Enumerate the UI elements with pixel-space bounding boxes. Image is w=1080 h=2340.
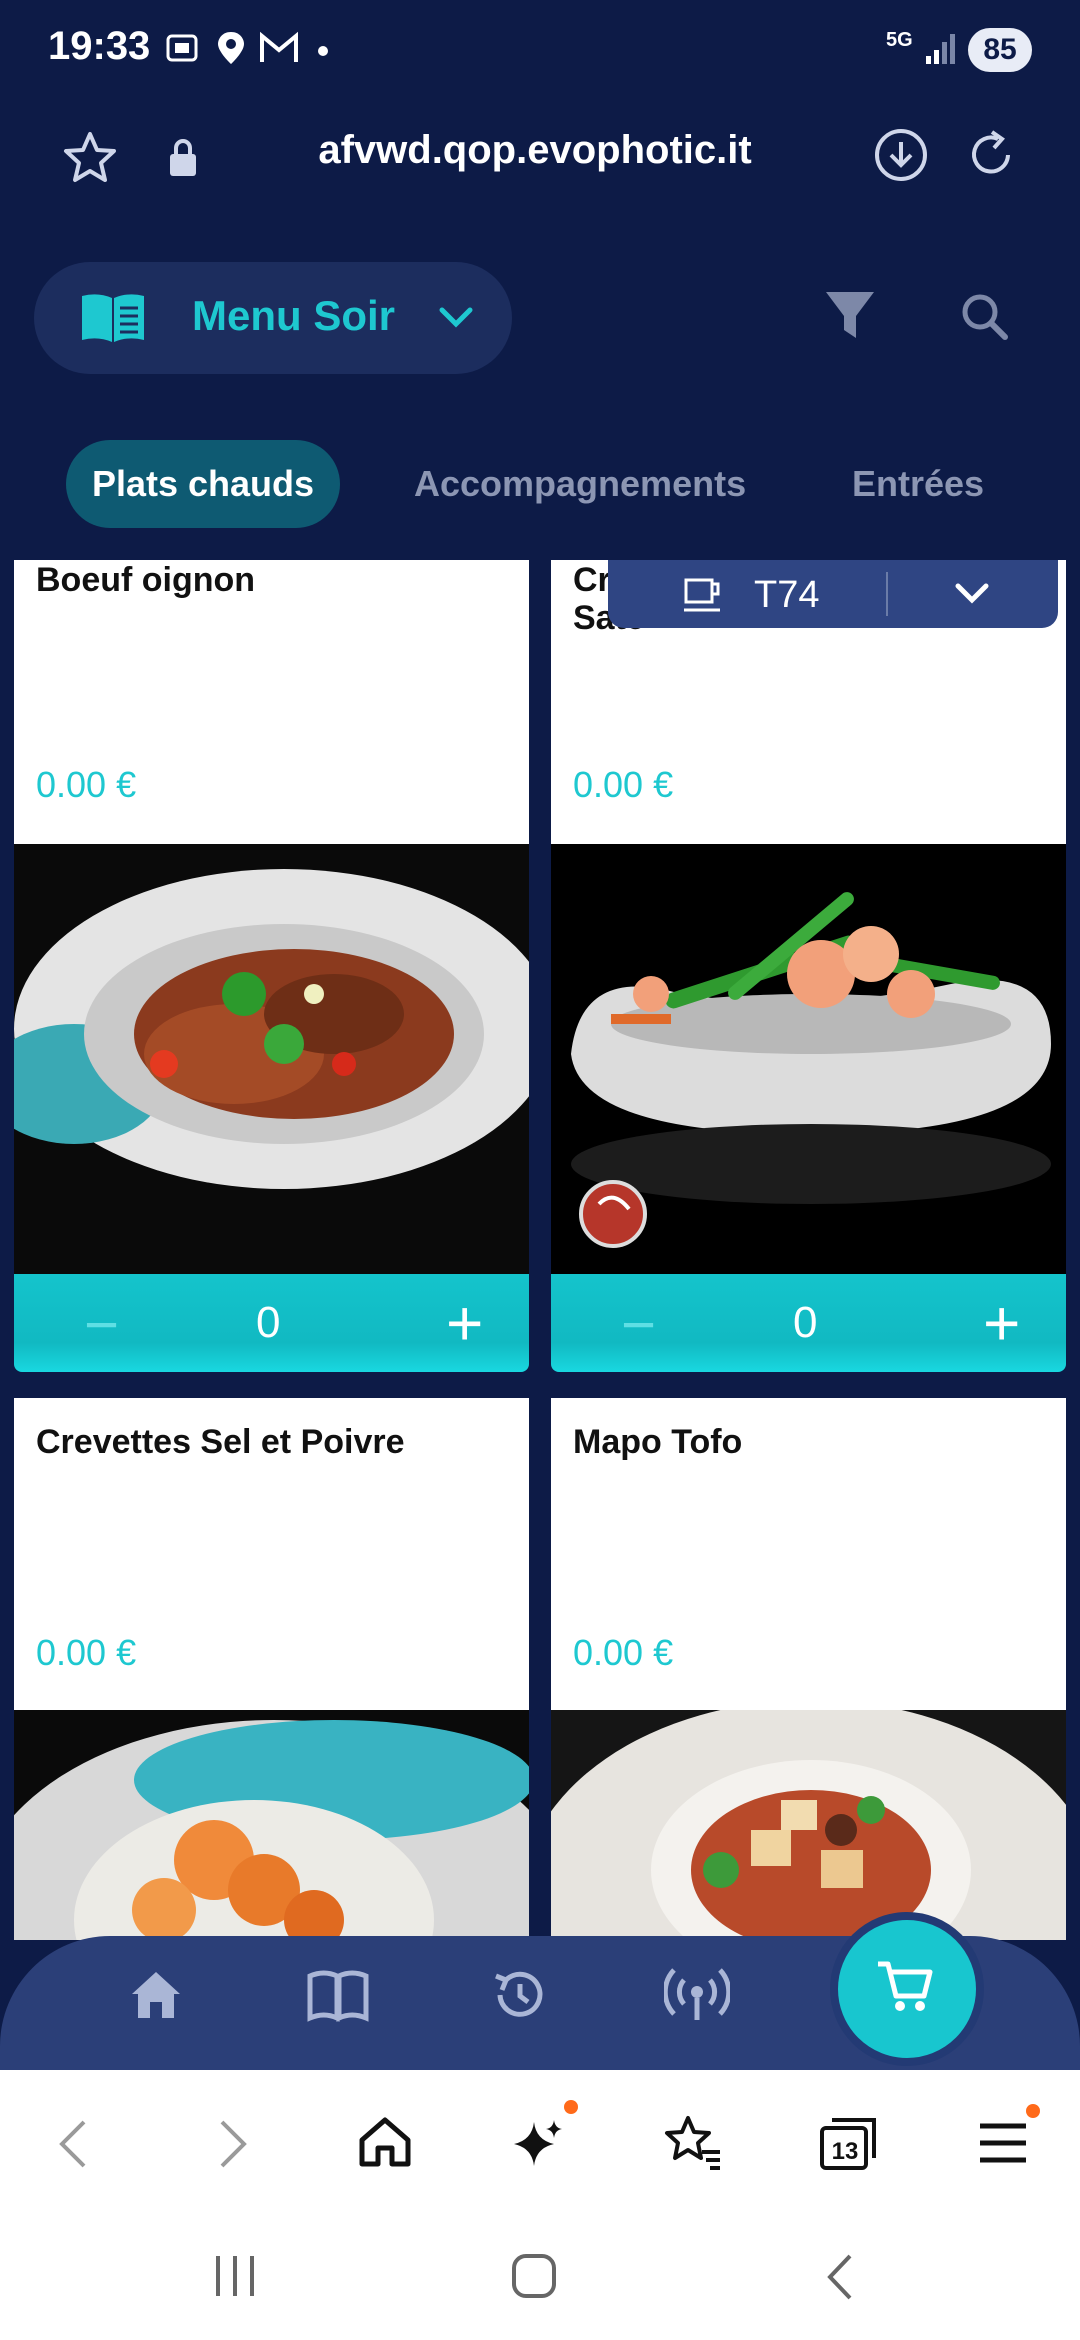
- decrement-button[interactable]: −: [84, 1290, 119, 1359]
- divider: [886, 572, 888, 616]
- status-time: 19:33: [48, 24, 151, 68]
- screenshot-icon: [166, 34, 198, 62]
- home-icon[interactable]: [126, 1968, 186, 2022]
- product-price: 0.00 €: [573, 764, 674, 805]
- history-icon[interactable]: [488, 1966, 548, 2024]
- filter-icon[interactable]: [822, 286, 878, 346]
- reload-icon[interactable]: [962, 126, 1020, 184]
- home-icon[interactable]: [356, 2114, 414, 2170]
- book-icon[interactable]: [306, 1968, 370, 2022]
- product-price: 0.00 €: [36, 764, 137, 805]
- product-name: Crevettes Sel et Poivre: [36, 1423, 405, 1461]
- product-image[interactable]: [551, 844, 1066, 1274]
- download-icon[interactable]: [872, 126, 930, 184]
- product-card-crevettes-sel-poivre[interactable]: Crevettes Sel et Poivre 0.00 €: [14, 1398, 529, 1710]
- home-button-icon[interactable]: [510, 2252, 558, 2300]
- cup-icon: [684, 578, 720, 612]
- battery-indicator: 85: [968, 28, 1032, 72]
- gmail-icon: [260, 31, 298, 62]
- increment-button[interactable]: +: [983, 1286, 1020, 1360]
- search-icon[interactable]: [958, 290, 1010, 342]
- location-icon: [218, 32, 244, 64]
- product-name: Boeuf oignon: [36, 561, 256, 599]
- tabs-count: 13: [831, 2138, 859, 2165]
- tab-entrees[interactable]: Entrées: [852, 440, 984, 528]
- status-bar: 19:33 5G 85: [0, 0, 1080, 100]
- product-price: 0.00 €: [573, 1632, 674, 1673]
- notification-dot: [318, 46, 328, 56]
- back-icon[interactable]: [820, 2252, 860, 2302]
- menu-icon[interactable]: [978, 2120, 1028, 2166]
- cart-icon: [878, 1961, 933, 2011]
- url-text[interactable]: afvwd.qop.evophotic.it: [240, 128, 830, 173]
- table-selector[interactable]: T74: [608, 560, 1058, 628]
- notification-dot: [1026, 2104, 1040, 2118]
- cart-button[interactable]: [830, 1912, 984, 2066]
- bookmark-star-icon[interactable]: [60, 128, 120, 188]
- quantity-value: 0: [256, 1298, 281, 1347]
- table-label: T74: [754, 574, 820, 616]
- product-card-boeuf-oignon[interactable]: Boeuf oignon 0.00 €: [14, 560, 529, 844]
- recents-icon[interactable]: [210, 2254, 260, 2298]
- lock-icon: [170, 139, 196, 176]
- menu-book-icon: [82, 294, 144, 342]
- decrement-button[interactable]: −: [621, 1290, 656, 1359]
- product-image[interactable]: [14, 844, 529, 1274]
- quantity-stepper: − 0 +: [551, 1274, 1066, 1372]
- browser-toolbar: 13: [0, 2070, 1080, 2210]
- network-label: 5G: [886, 29, 913, 51]
- forward-icon[interactable]: [212, 2116, 252, 2172]
- chevron-down-icon[interactable]: [952, 580, 992, 608]
- bookmarks-icon[interactable]: [662, 2114, 724, 2172]
- sparkle-icon[interactable]: [510, 2114, 568, 2172]
- chevron-down-icon: [439, 307, 473, 328]
- product-price: 0.00 €: [36, 1632, 137, 1673]
- broadcast-icon[interactable]: [664, 1966, 730, 2024]
- quantity-stepper: − 0 +: [14, 1274, 529, 1372]
- increment-button[interactable]: +: [446, 1286, 483, 1360]
- signal-icon: [926, 34, 955, 64]
- product-name: Mapo Tofo: [573, 1423, 743, 1461]
- tab-plats-chauds[interactable]: Plats chauds: [66, 440, 340, 528]
- back-icon[interactable]: [54, 2116, 94, 2172]
- system-nav-bar: [0, 2210, 1080, 2340]
- product-image[interactable]: [551, 1710, 1066, 1940]
- product-image[interactable]: [14, 1710, 529, 1940]
- tab-accompagnements[interactable]: Accompagnements: [414, 440, 746, 528]
- quantity-value: 0: [793, 1298, 818, 1347]
- tabs-button[interactable]: 13: [818, 2114, 878, 2172]
- product-card-mapo-tofo[interactable]: Mapo Tofo 0.00 €: [551, 1398, 1066, 1710]
- menu-label: Menu Soir: [192, 292, 396, 339]
- product-name-line1: Cr: [573, 561, 611, 599]
- notification-dot: [564, 2100, 578, 2114]
